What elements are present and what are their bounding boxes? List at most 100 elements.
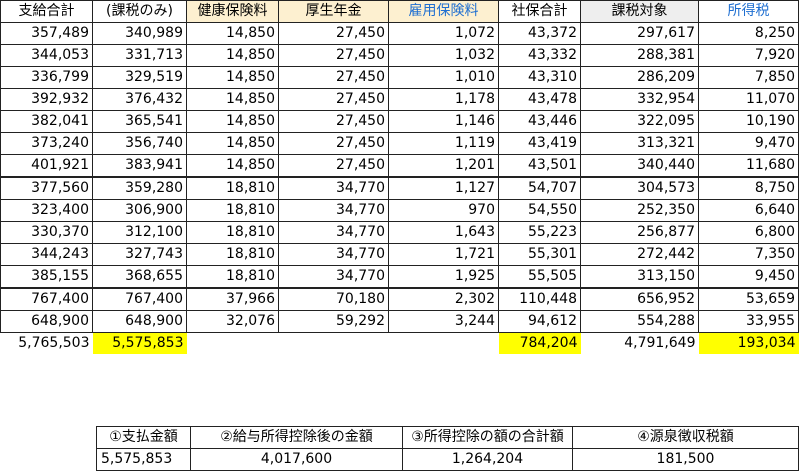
cell-taxable-amount[interactable]: 272,442 bbox=[580, 243, 699, 266]
cell-health-insurance[interactable]: 18,810 bbox=[186, 221, 279, 244]
cell-total-pay[interactable]: 385,155 bbox=[0, 265, 93, 289]
cell-employment-insurance[interactable]: 1,119 bbox=[388, 132, 499, 155]
total-employment-insurance[interactable] bbox=[389, 333, 499, 355]
cell-social-insurance-total[interactable]: 43,478 bbox=[498, 88, 581, 111]
cell-pension[interactable]: 59,292 bbox=[278, 310, 389, 333]
total-income-tax[interactable]: 193,034 bbox=[698, 332, 799, 354]
summary-value-payment[interactable]: 5,575,853 bbox=[96, 448, 191, 471]
cell-income-tax[interactable]: 11,680 bbox=[698, 154, 799, 178]
cell-health-insurance[interactable]: 18,810 bbox=[186, 176, 279, 200]
cell-income-tax[interactable]: 6,640 bbox=[698, 199, 799, 222]
cell-taxable-only[interactable]: 359,280 bbox=[92, 176, 187, 200]
cell-taxable-only[interactable]: 356,740 bbox=[92, 132, 187, 155]
cell-taxable-amount[interactable]: 256,877 bbox=[580, 221, 699, 244]
cell-employment-insurance[interactable]: 970 bbox=[388, 199, 499, 222]
cell-total-pay[interactable]: 392,932 bbox=[0, 88, 93, 111]
cell-social-insurance-total[interactable]: 43,310 bbox=[498, 66, 581, 89]
cell-health-insurance[interactable]: 14,850 bbox=[186, 44, 279, 67]
cell-pension[interactable]: 27,450 bbox=[278, 88, 389, 111]
cell-income-tax[interactable]: 7,350 bbox=[698, 243, 799, 266]
total-social-insurance-total[interactable]: 784,204 bbox=[498, 332, 581, 354]
cell-taxable-amount[interactable]: 332,954 bbox=[580, 88, 699, 111]
cell-health-insurance[interactable]: 18,810 bbox=[186, 243, 279, 266]
cell-income-tax[interactable]: 33,955 bbox=[698, 310, 799, 333]
summary-value-deduction-total[interactable]: 1,264,204 bbox=[402, 448, 573, 471]
cell-employment-insurance[interactable]: 2,302 bbox=[388, 287, 499, 311]
cell-social-insurance-total[interactable]: 43,419 bbox=[498, 132, 581, 155]
cell-health-insurance[interactable]: 18,810 bbox=[186, 265, 279, 289]
cell-taxable-amount[interactable]: 656,952 bbox=[580, 287, 699, 311]
cell-total-pay[interactable]: 648,900 bbox=[0, 310, 93, 333]
cell-taxable-only[interactable]: 306,900 bbox=[92, 199, 187, 222]
cell-total-pay[interactable]: 377,560 bbox=[0, 176, 93, 200]
cell-taxable-amount[interactable]: 304,573 bbox=[580, 176, 699, 200]
cell-employment-insurance[interactable]: 1,178 bbox=[388, 88, 499, 111]
cell-pension[interactable]: 70,180 bbox=[278, 287, 389, 311]
cell-taxable-only[interactable]: 383,941 bbox=[92, 154, 187, 178]
cell-pension[interactable]: 27,450 bbox=[278, 110, 389, 133]
cell-social-insurance-total[interactable]: 55,223 bbox=[498, 221, 581, 244]
cell-pension[interactable]: 34,770 bbox=[278, 199, 389, 222]
cell-employment-insurance[interactable]: 1,010 bbox=[388, 66, 499, 89]
cell-social-insurance-total[interactable]: 43,372 bbox=[498, 22, 581, 45]
cell-taxable-only[interactable]: 340,989 bbox=[92, 22, 187, 45]
cell-income-tax[interactable]: 53,659 bbox=[698, 287, 799, 311]
cell-employment-insurance[interactable]: 1,146 bbox=[388, 110, 499, 133]
cell-health-insurance[interactable]: 14,850 bbox=[186, 154, 279, 178]
cell-total-pay[interactable]: 357,489 bbox=[0, 22, 93, 45]
cell-pension[interactable]: 27,450 bbox=[278, 22, 389, 45]
cell-employment-insurance[interactable]: 1,925 bbox=[388, 265, 499, 289]
summary-value-withholding-tax[interactable]: 181,500 bbox=[572, 448, 799, 471]
cell-health-insurance[interactable]: 14,850 bbox=[186, 132, 279, 155]
cell-taxable-only[interactable]: 331,713 bbox=[92, 44, 187, 67]
cell-health-insurance[interactable]: 14,850 bbox=[186, 66, 279, 89]
cell-taxable-only[interactable]: 312,100 bbox=[92, 221, 187, 244]
total-pension[interactable] bbox=[279, 333, 389, 355]
cell-income-tax[interactable]: 11,070 bbox=[698, 88, 799, 111]
cell-taxable-amount[interactable]: 252,350 bbox=[580, 199, 699, 222]
cell-total-pay[interactable]: 344,243 bbox=[0, 243, 93, 266]
cell-income-tax[interactable]: 6,800 bbox=[698, 221, 799, 244]
cell-employment-insurance[interactable]: 3,244 bbox=[388, 310, 499, 333]
cell-health-insurance[interactable]: 32,076 bbox=[186, 310, 279, 333]
cell-employment-insurance[interactable]: 1,643 bbox=[388, 221, 499, 244]
cell-pension[interactable]: 34,770 bbox=[278, 265, 389, 289]
cell-income-tax[interactable]: 10,190 bbox=[698, 110, 799, 133]
cell-pension[interactable]: 34,770 bbox=[278, 176, 389, 200]
summary-value-after-deduction[interactable]: 4,017,600 bbox=[190, 448, 403, 471]
cell-taxable-amount[interactable]: 288,381 bbox=[580, 44, 699, 67]
cell-income-tax[interactable]: 8,250 bbox=[698, 22, 799, 45]
cell-social-insurance-total[interactable]: 110,448 bbox=[498, 287, 581, 311]
cell-social-insurance-total[interactable]: 43,501 bbox=[498, 154, 581, 178]
cell-total-pay[interactable]: 401,921 bbox=[0, 154, 93, 178]
cell-income-tax[interactable]: 7,850 bbox=[698, 66, 799, 89]
cell-taxable-only[interactable]: 648,900 bbox=[92, 310, 187, 333]
cell-social-insurance-total[interactable]: 54,550 bbox=[498, 199, 581, 222]
cell-health-insurance[interactable]: 14,850 bbox=[186, 88, 279, 111]
cell-health-insurance[interactable]: 14,850 bbox=[186, 110, 279, 133]
cell-total-pay[interactable]: 330,370 bbox=[0, 221, 93, 244]
cell-pension[interactable]: 34,770 bbox=[278, 243, 389, 266]
cell-taxable-only[interactable]: 327,743 bbox=[92, 243, 187, 266]
cell-social-insurance-total[interactable]: 54,707 bbox=[498, 176, 581, 200]
cell-pension[interactable]: 27,450 bbox=[278, 132, 389, 155]
cell-taxable-only[interactable]: 376,432 bbox=[92, 88, 187, 111]
cell-total-pay[interactable]: 373,240 bbox=[0, 132, 93, 155]
total-total-pay[interactable]: 5,765,503 bbox=[1, 333, 93, 355]
cell-taxable-amount[interactable]: 313,321 bbox=[580, 132, 699, 155]
cell-total-pay[interactable]: 344,053 bbox=[0, 44, 93, 67]
total-taxable-only[interactable]: 5,575,853 bbox=[92, 332, 187, 354]
cell-social-insurance-total[interactable]: 55,505 bbox=[498, 265, 581, 289]
cell-income-tax[interactable]: 9,450 bbox=[698, 265, 799, 289]
cell-employment-insurance[interactable]: 1,072 bbox=[388, 22, 499, 45]
cell-total-pay[interactable]: 336,799 bbox=[0, 66, 93, 89]
cell-taxable-amount[interactable]: 554,288 bbox=[580, 310, 699, 333]
cell-income-tax[interactable]: 8,750 bbox=[698, 176, 799, 200]
cell-total-pay[interactable]: 323,400 bbox=[0, 199, 93, 222]
total-taxable-amount[interactable]: 4,791,649 bbox=[581, 333, 699, 355]
cell-social-insurance-total[interactable]: 43,332 bbox=[498, 44, 581, 67]
cell-pension[interactable]: 27,450 bbox=[278, 154, 389, 178]
cell-taxable-only[interactable]: 767,400 bbox=[92, 287, 187, 311]
cell-social-insurance-total[interactable]: 55,301 bbox=[498, 243, 581, 266]
cell-health-insurance[interactable]: 14,850 bbox=[186, 22, 279, 45]
